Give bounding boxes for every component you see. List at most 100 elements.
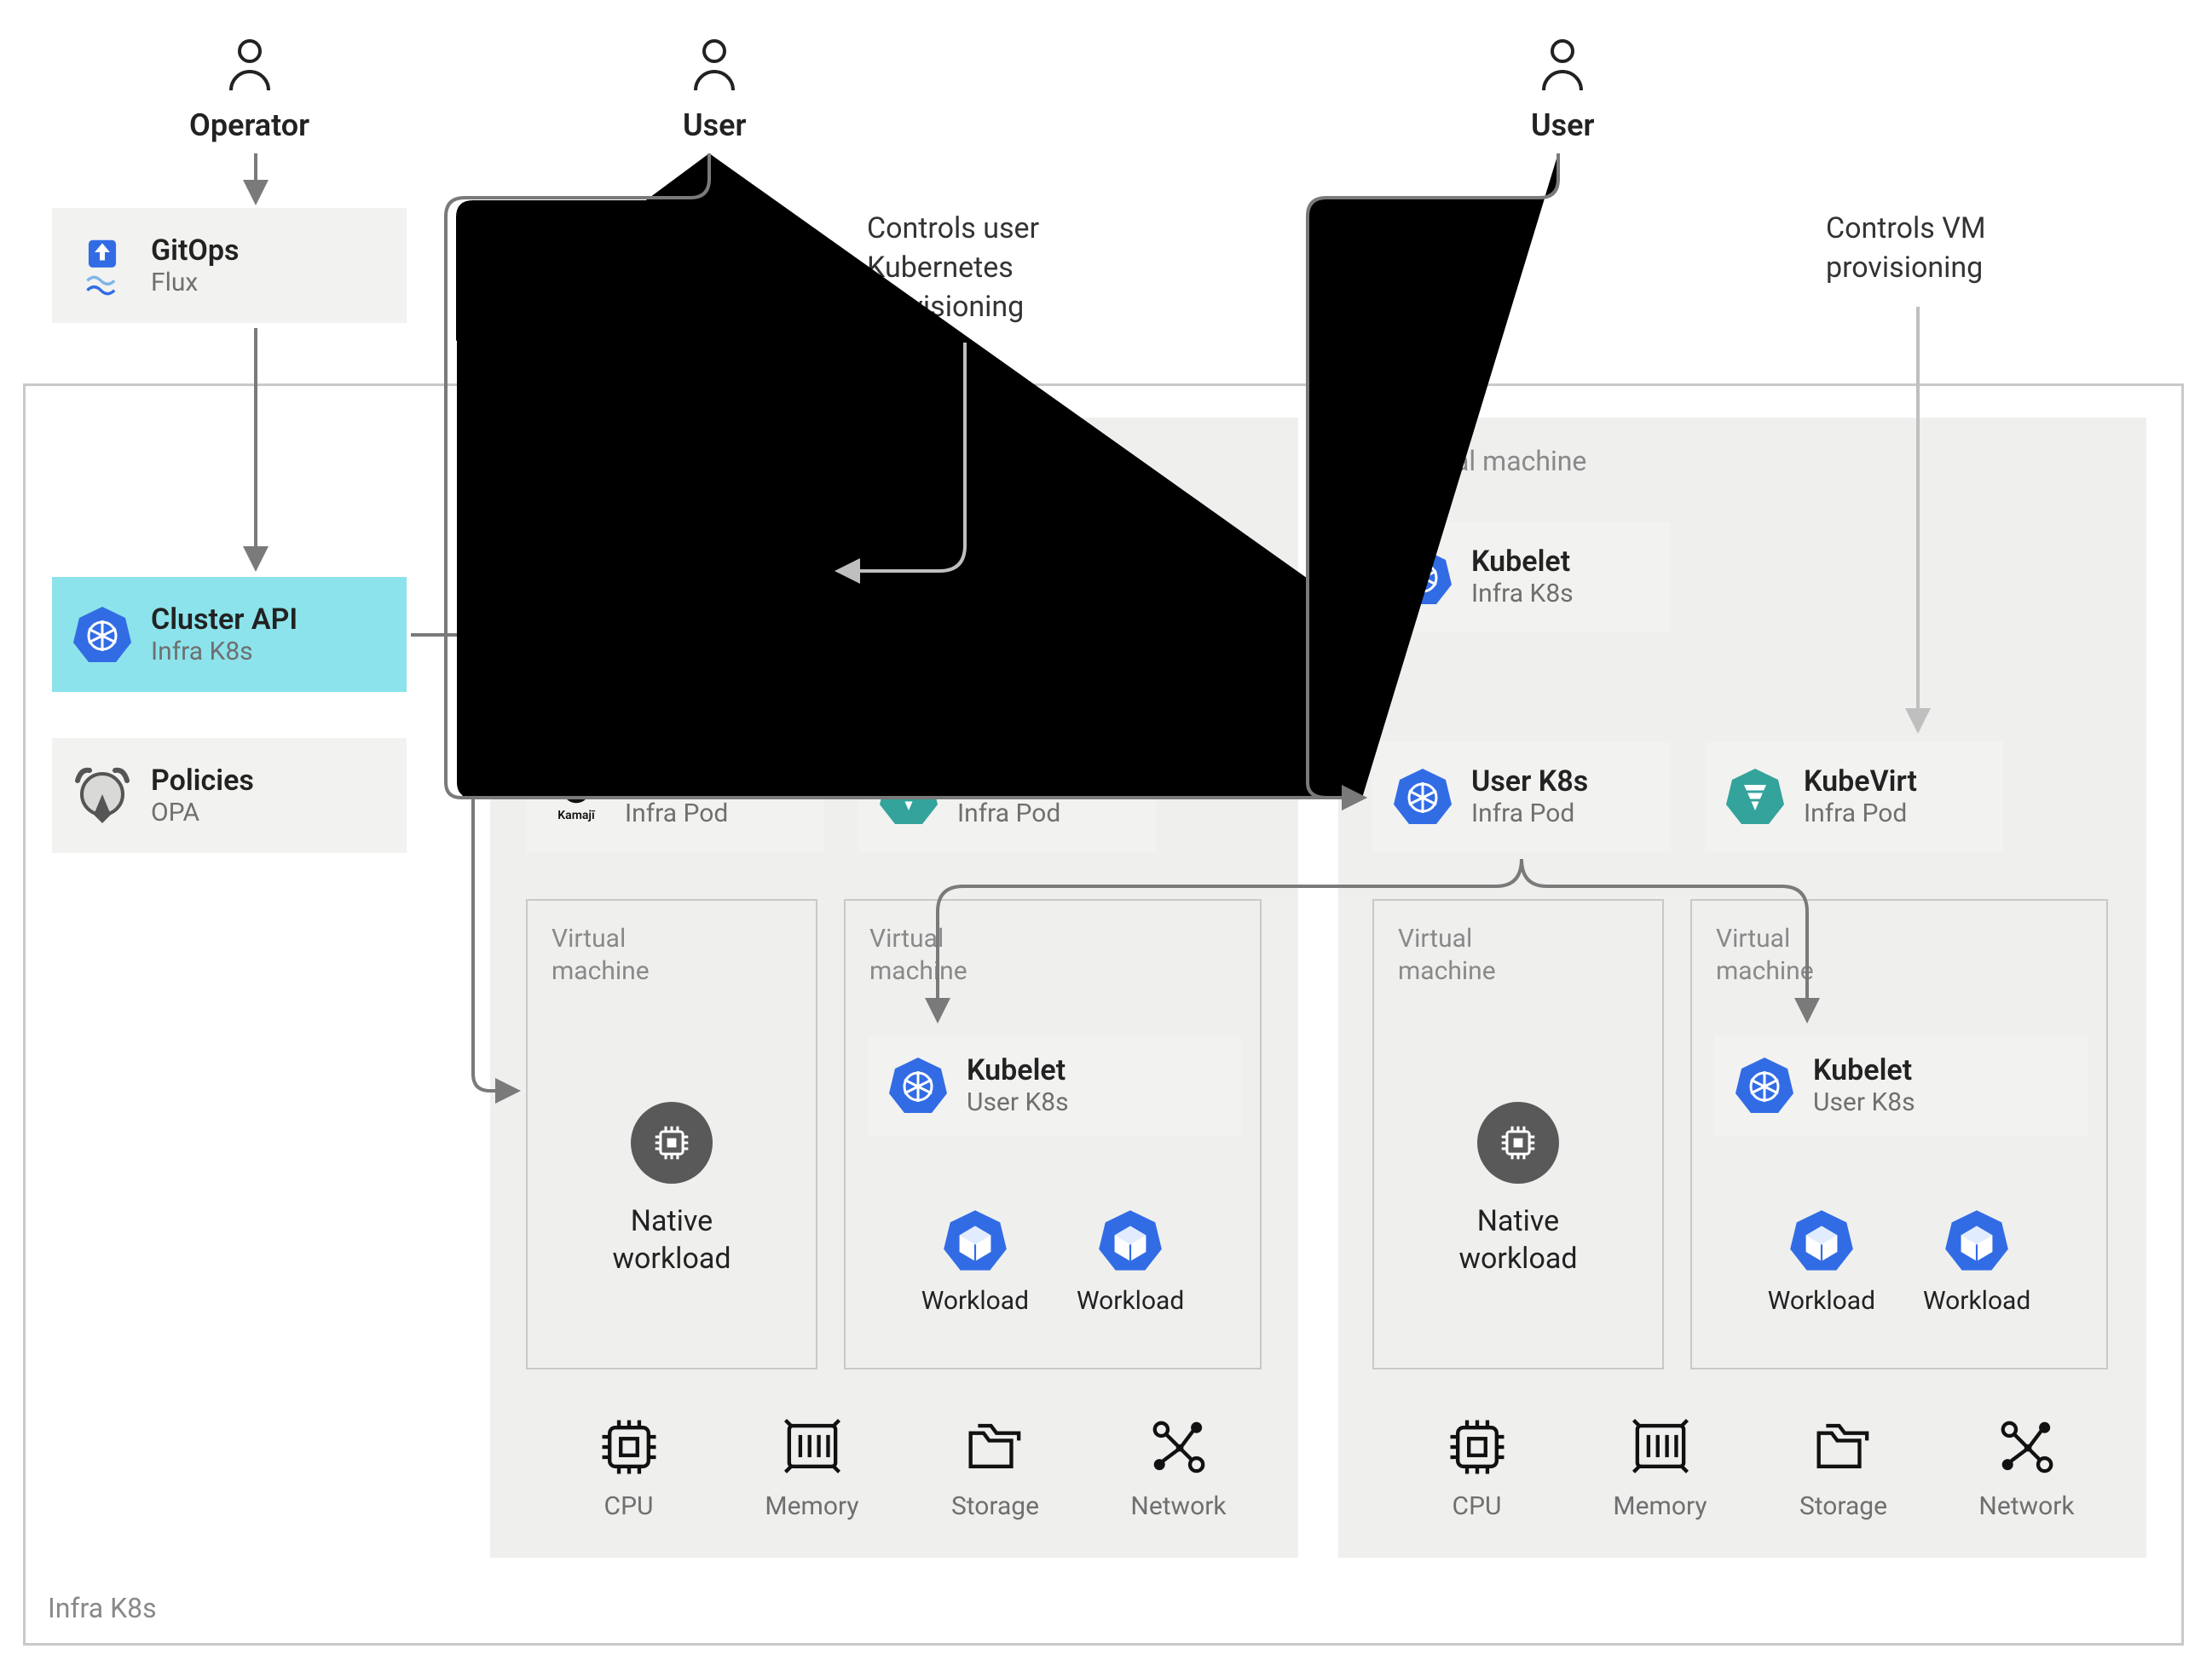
kubevirt-icon [879, 767, 939, 827]
pm2-vm2: Virtual machine Kubelet User K8s Workloa… [1690, 899, 2108, 1369]
k8s-icon [1393, 767, 1453, 827]
pm1-vm1-title: Virtual machine [552, 923, 650, 987]
res-mem-lbl: Memory [765, 1491, 858, 1521]
pm2-vm1-native: Native workload [1458, 1202, 1577, 1277]
actor-operator-label: Operator [189, 107, 309, 143]
actor-user-2: User [1531, 37, 1594, 143]
pm2-vm2-workload-1-lbl: Workload [1768, 1286, 1875, 1316]
res-cpu: CPU [1401, 1415, 1554, 1521]
workload-icon [1788, 1208, 1855, 1274]
pm2-vm2-workload-2: Workload [1923, 1208, 2030, 1316]
res-cpu-lbl: CPU [604, 1491, 654, 1521]
pm1-kamaji-title: Kamaji [625, 767, 728, 796]
card-gitops-sub: Flux [151, 270, 239, 296]
pm2-kubelet-sub: Infra K8s [1471, 581, 1574, 607]
frame-label: Infra K8s [48, 1592, 157, 1624]
storage-icon [1811, 1415, 1876, 1479]
pm1-vm2-kubelet: Kubelet User K8s [868, 1035, 1241, 1136]
pm1-vm2-workload-2-lbl: Workload [1077, 1286, 1184, 1316]
person-icon [1537, 37, 1588, 97]
pm2-vm2-kubelet-title: Kubelet [1813, 1056, 1915, 1085]
pm2-kubelet: Kubelet Infra K8s [1372, 522, 1671, 632]
pm1-kubelet: Kubelet Infra K8s [526, 522, 824, 632]
person-icon [224, 37, 275, 97]
pm1-vm1: Virtual machine Native workload [526, 899, 817, 1369]
res-stor: Storage [1767, 1415, 1920, 1521]
pm1-kubevirt-title: KubeVirt [957, 767, 1071, 796]
cpu-icon [597, 1415, 661, 1479]
gitops-icon [72, 236, 132, 296]
pm2-resources: CPU Memory Storage Network [1385, 1415, 2118, 1521]
pm2-vm1: Virtual machine Native workload [1372, 899, 1664, 1369]
pm2-userk8s: User K8s Infra Pod [1372, 741, 1671, 852]
res-cpu: CPU [552, 1415, 706, 1521]
actor-operator: Operator [189, 37, 309, 143]
pm2-vm2-kubelet-sub: User K8s [1813, 1090, 1915, 1116]
chip-icon [1477, 1102, 1559, 1184]
annot-controls-k8s: Controls user Kubernetes provisioning [867, 210, 1039, 327]
pm2-vm2-workload-2-lbl: Workload [1923, 1286, 2030, 1316]
pm2-userk8s-sub: Infra Pod [1471, 801, 1588, 827]
pm1-vm2-workload-2: Workload [1077, 1208, 1184, 1316]
pm1-vm2-kubelet-sub: User K8s [967, 1090, 1069, 1116]
pm1-vm2-title: Virtual machine [869, 923, 967, 987]
pm1-vm2: Virtual machine Kubelet User K8s Workloa… [844, 899, 1262, 1369]
workload-icon [942, 1208, 1008, 1274]
k8s-icon [888, 1056, 948, 1116]
pm1-vm2-kubelet-title: Kubelet [967, 1056, 1069, 1085]
pm1-kamaji-sub: Infra Pod [625, 801, 728, 827]
pm1-kubelet-sub: Infra K8s [625, 581, 727, 607]
kamaji-icon-text: Kamajī [557, 809, 594, 822]
pm1-kubevirt: KubeVirt Infra Pod [858, 741, 1157, 852]
k8s-icon [1393, 547, 1453, 607]
pm2-vm2-kubelet: Kubelet User K8s [1714, 1035, 2088, 1136]
res-net-lbl: Network [1130, 1491, 1226, 1521]
k8s-icon [546, 547, 606, 607]
pm1-kubelet-title: Kubelet [625, 547, 727, 576]
pm1-vm2-workload-1-lbl: Workload [921, 1286, 1029, 1316]
memory-icon [1628, 1415, 1693, 1479]
workload-icon [1097, 1208, 1164, 1274]
network-icon [1146, 1415, 1211, 1479]
pm1-resources: CPU Memory Storage Network [537, 1415, 1270, 1521]
pm2-kubevirt-title: KubeVirt [1804, 767, 1917, 796]
person-icon [689, 37, 740, 97]
pm2-kubelet-title: Kubelet [1471, 547, 1574, 576]
actor-user-1-label: User [683, 107, 746, 143]
workload-icon [1943, 1208, 2010, 1274]
chip-icon [631, 1102, 713, 1184]
annot-controls-vm: Controls VM provisioning [1826, 210, 1986, 288]
pm1-kubevirt-sub: Infra Pod [957, 801, 1071, 827]
res-mem-lbl: Memory [1613, 1491, 1707, 1521]
res-mem: Memory [736, 1415, 889, 1521]
res-net: Network [1102, 1415, 1256, 1521]
memory-icon [780, 1415, 845, 1479]
pm-2-title: Physical machine [1374, 445, 1586, 477]
pm1-kamaji: Kamajī Kamaji Infra Pod [526, 741, 824, 852]
pm-1-title: Physical machine [526, 445, 738, 477]
kamaji-icon: Kamajī [546, 767, 606, 827]
pm1-vm1-native: Native workload [612, 1202, 731, 1277]
pm1-vm2-workload-1: Workload [921, 1208, 1029, 1316]
res-net-lbl: Network [1978, 1491, 2074, 1521]
res-net: Network [1950, 1415, 2104, 1521]
pm2-vm1-title: Virtual machine [1398, 923, 1496, 987]
card-gitops: GitOps Flux [52, 208, 407, 323]
card-gitops-title: GitOps [151, 236, 239, 265]
pm2-userk8s-title: User K8s [1471, 767, 1588, 796]
res-stor: Storage [919, 1415, 1072, 1521]
res-stor-lbl: Storage [951, 1491, 1039, 1521]
network-icon [1995, 1415, 2059, 1479]
k8s-icon [1735, 1056, 1794, 1116]
actor-user-1: User [683, 37, 746, 143]
kubevirt-icon [1725, 767, 1785, 827]
actor-user-2-label: User [1531, 107, 1594, 143]
cpu-icon [1445, 1415, 1510, 1479]
pm2-vm2-title: Virtual machine [1716, 923, 1814, 987]
res-mem: Memory [1584, 1415, 1737, 1521]
res-cpu-lbl: CPU [1453, 1491, 1502, 1521]
storage-icon [963, 1415, 1028, 1479]
res-stor-lbl: Storage [1799, 1491, 1887, 1521]
pm2-kubevirt-sub: Infra Pod [1804, 801, 1917, 827]
pm2-vm2-workload-1: Workload [1768, 1208, 1875, 1316]
